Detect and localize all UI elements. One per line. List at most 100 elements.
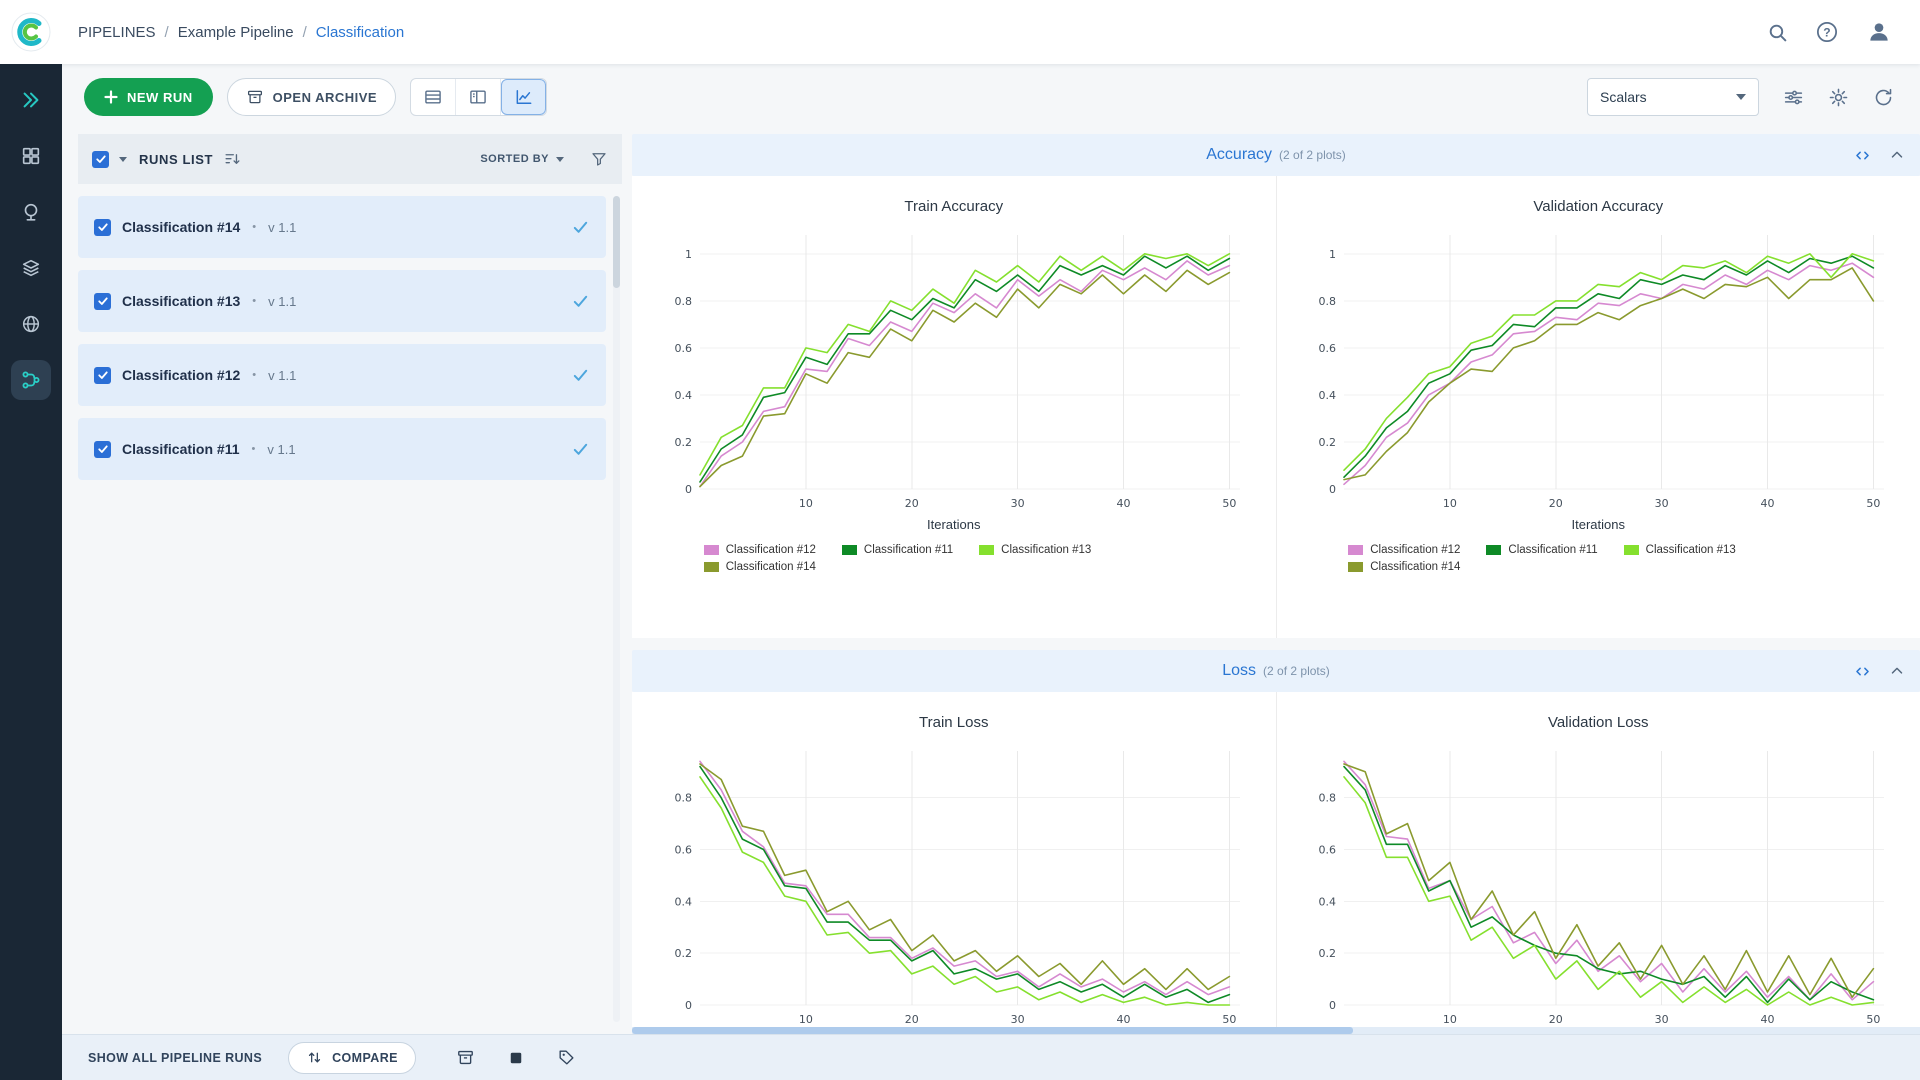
search-button[interactable] xyxy=(1767,22,1788,43)
check-icon xyxy=(97,297,108,305)
metric-view-select[interactable]: Scalars xyxy=(1587,78,1759,116)
x-axis-label: Iterations xyxy=(1571,517,1625,532)
plot-validation-loss: Validation Loss 0 0.2 0.4 0.6 0.8 10 20 30 40 50 … xyxy=(1277,692,1920,1034)
svg-text:0: 0 xyxy=(685,999,692,1012)
table-view-button[interactable] xyxy=(411,79,457,115)
run-selected-check xyxy=(571,366,590,385)
collapse-section-button[interactable] xyxy=(1888,662,1906,680)
open-archive-button[interactable]: OPEN ARCHIVE xyxy=(226,78,397,116)
run-checkbox[interactable] xyxy=(94,292,111,310)
sidebar-item-workers-queues[interactable] xyxy=(11,192,51,232)
scalars-panel: Accuracy (2 of 2 plots) Train Accuracy 0… xyxy=(622,130,1920,1034)
check-icon xyxy=(573,221,588,233)
toolbar-right: Scalars xyxy=(1587,78,1894,116)
archive-selected-button[interactable] xyxy=(456,1048,475,1067)
legend-swatch xyxy=(841,545,857,555)
app-logo[interactable] xyxy=(0,12,62,52)
show-all-pipeline-runs-link[interactable]: SHOW ALL PIPELINE RUNS xyxy=(88,1051,262,1065)
svg-text:0.8: 0.8 xyxy=(674,295,692,308)
sidebar-item-hyperdatasets[interactable] xyxy=(11,304,51,344)
check-icon xyxy=(97,371,108,379)
svg-text:30: 30 xyxy=(1010,1013,1024,1026)
sidebar-item-pipelines[interactable] xyxy=(11,360,51,400)
run-row[interactable]: Classification #14 • v 1.1 xyxy=(78,196,606,258)
embed-code-button[interactable] xyxy=(1853,146,1872,165)
legend-item[interactable]: Classification #12 xyxy=(703,544,816,556)
run-checkbox[interactable] xyxy=(94,366,111,384)
runs-list-header: RUNS LIST SORTED BY xyxy=(78,134,622,184)
chart-canvas[interactable]: 0 0.2 0.4 0.6 0.8 1 10 20 30 40 50 xyxy=(1298,223,1898,515)
settings-button[interactable] xyxy=(1828,87,1849,108)
legend-item[interactable]: Classification #11 xyxy=(841,544,953,556)
sidebar-item-getting-started[interactable] xyxy=(11,80,51,120)
svg-text:30: 30 xyxy=(1655,1013,1669,1026)
plot-settings-button[interactable] xyxy=(1783,87,1804,108)
new-run-label: NEW RUN xyxy=(127,89,193,105)
legend-item[interactable]: Classification #13 xyxy=(979,544,1091,556)
sidebar-item-datasets[interactable] xyxy=(11,248,51,288)
abort-selected-button[interactable] xyxy=(507,1049,525,1067)
run-row[interactable]: Classification #11 • v 1.1 xyxy=(78,418,606,480)
new-run-button[interactable]: NEW RUN xyxy=(84,78,213,116)
chart-canvas[interactable]: 0 0.2 0.4 0.6 0.8 1 10 20 30 40 50 xyxy=(654,223,1254,515)
chevron-down-icon xyxy=(556,156,564,162)
embed-code-button[interactable] xyxy=(1853,662,1872,681)
tune-icon xyxy=(1784,90,1803,104)
chart-canvas[interactable]: 0 0.2 0.4 0.6 0.8 10 20 30 40 50 xyxy=(1298,739,1898,1031)
chart-canvas[interactable]: 0 0.2 0.4 0.6 0.8 10 20 30 40 50 xyxy=(654,739,1254,1031)
split-view-button[interactable] xyxy=(456,79,502,115)
run-selected-check xyxy=(571,218,590,237)
svg-text:10: 10 xyxy=(799,1013,813,1026)
datasets-icon xyxy=(22,259,40,277)
run-checkbox[interactable] xyxy=(94,218,111,236)
legend-label: Classification #12 xyxy=(1370,544,1461,556)
runs-scrollbar[interactable] xyxy=(613,196,620,1022)
breadcrumb-separator: / xyxy=(164,23,169,41)
help-icon: ? xyxy=(1816,21,1838,43)
legend-item[interactable]: Classification #14 xyxy=(703,561,816,573)
breadcrumb-pipeline-name[interactable]: Example Pipeline xyxy=(178,24,294,41)
svg-text:30: 30 xyxy=(1010,497,1024,510)
run-name: Classification #12 xyxy=(122,367,241,383)
select-all-caret-icon[interactable] xyxy=(119,156,127,162)
run-checkbox[interactable] xyxy=(94,440,111,458)
compare-button[interactable]: COMPARE xyxy=(288,1041,416,1074)
sort-columns-button[interactable] xyxy=(223,150,242,169)
chevron-up-icon xyxy=(1891,667,1903,674)
auto-refresh-button[interactable] xyxy=(1873,87,1894,108)
section-header-loss: Loss (2 of 2 plots) xyxy=(632,650,1920,692)
user-icon xyxy=(1870,23,1888,41)
plots-row: Train Accuracy 0 0.2 0.4 0.6 0.8 1 10 20 30 40 50 … xyxy=(632,176,1920,638)
scrollbar-thumb[interactable] xyxy=(613,196,620,288)
help-button[interactable]: ? xyxy=(1816,21,1838,43)
split-view-icon xyxy=(470,90,486,104)
archive-icon xyxy=(247,90,262,104)
run-row[interactable]: Classification #13 • v 1.1 xyxy=(78,270,606,332)
sidebar-item-projects[interactable] xyxy=(11,136,51,176)
nav-rail xyxy=(0,64,62,1080)
svg-text:0.6: 0.6 xyxy=(1319,342,1337,355)
svg-text:50: 50 xyxy=(1867,497,1881,510)
collapse-section-button[interactable] xyxy=(1888,146,1906,164)
user-avatar[interactable] xyxy=(1866,19,1892,45)
svg-text:1: 1 xyxy=(685,248,692,261)
horizontal-scrollbar[interactable] xyxy=(632,1027,1920,1034)
run-selected-check xyxy=(571,292,590,311)
table-view-icon xyxy=(425,90,441,104)
scrollbar-thumb[interactable] xyxy=(632,1027,1354,1034)
legend-item[interactable]: Classification #12 xyxy=(1348,544,1460,556)
select-all-checkbox[interactable] xyxy=(92,150,109,168)
sorted-by-dropdown[interactable]: SORTED BY xyxy=(480,153,564,165)
legend-swatch xyxy=(979,545,995,555)
legend-item[interactable]: Classification #13 xyxy=(1623,544,1736,556)
legend-item[interactable]: Classification #14 xyxy=(1348,561,1460,573)
legend-label: Classification #12 xyxy=(725,544,816,556)
svg-text:0.4: 0.4 xyxy=(674,895,692,908)
plot-title: Train Accuracy xyxy=(904,198,1004,215)
chart-view-button[interactable] xyxy=(501,79,547,115)
run-row[interactable]: Classification #12 • v 1.1 xyxy=(78,344,606,406)
breadcrumb-pipelines[interactable]: PIPELINES xyxy=(78,24,156,41)
legend-item[interactable]: Classification #11 xyxy=(1486,544,1598,556)
add-tag-button[interactable] xyxy=(557,1048,576,1067)
filter-button[interactable] xyxy=(590,150,608,168)
